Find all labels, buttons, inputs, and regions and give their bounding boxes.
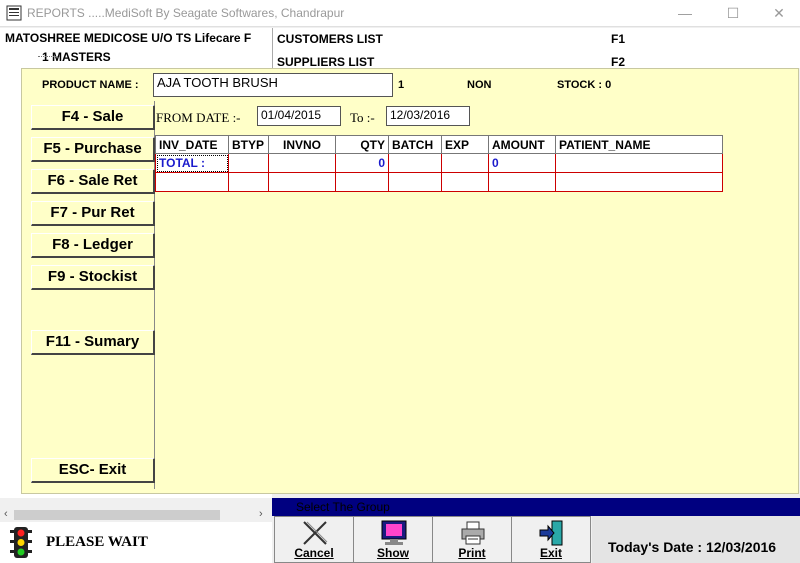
traffic-light-icon bbox=[10, 527, 32, 558]
show-button[interactable]: Show bbox=[353, 516, 433, 563]
exit-button[interactable]: Exit bbox=[511, 516, 591, 563]
window-title: REPORTS .....MediSoft By Seagate Softwar… bbox=[27, 6, 345, 20]
product-type: NON bbox=[467, 79, 492, 91]
report-area: FROM DATE :- 01/04/2015 To :- 12/03/2016… bbox=[155, 101, 796, 489]
list-item-suppliers[interactable]: SUPPLIERS LIST bbox=[277, 55, 374, 69]
total-cell-batch[interactable] bbox=[388, 153, 442, 173]
cancel-icon bbox=[303, 521, 328, 545]
total-cell-invno[interactable] bbox=[268, 153, 336, 173]
total-cell-label[interactable]: TOTAL : bbox=[155, 153, 229, 173]
from-date-field[interactable]: 01/04/2015 bbox=[257, 106, 341, 126]
total-cell-patient[interactable] bbox=[555, 153, 723, 173]
total-cell-btyp[interactable] bbox=[228, 153, 269, 173]
print-button[interactable]: Print bbox=[432, 516, 512, 563]
purchase-return-button[interactable]: F7 - Pur Ret bbox=[31, 201, 155, 226]
col-btyp[interactable]: BTYP bbox=[228, 135, 269, 154]
col-patient-name[interactable]: PATIENT_NAME bbox=[555, 135, 723, 154]
exit-door-icon bbox=[539, 520, 563, 546]
today-date: Today's Date : 12/03/2016 bbox=[608, 539, 777, 555]
list-key-f1: F1 bbox=[611, 32, 626, 46]
product-id: 1 bbox=[398, 79, 405, 91]
table-cell[interactable] bbox=[335, 172, 389, 192]
today-date-box: Today's Date : 12/03/2016 bbox=[592, 516, 800, 563]
group-bar: Select The Group bbox=[272, 498, 800, 516]
product-name-field[interactable]: AJA TOOTH BRUSH bbox=[153, 73, 393, 97]
table-cell[interactable] bbox=[488, 172, 556, 192]
total-row[interactable]: TOTAL : 0 0 bbox=[155, 153, 723, 173]
col-inv-date[interactable]: INV_DATE bbox=[155, 135, 229, 154]
ledger-button[interactable]: F8 - Ledger bbox=[31, 233, 155, 258]
close-button[interactable]: ✕ bbox=[756, 0, 800, 27]
print-label: Print bbox=[458, 546, 486, 560]
group-bar-label: Select The Group bbox=[296, 500, 390, 514]
col-invno[interactable]: INVNO bbox=[268, 135, 336, 154]
stock-label: STOCK : 0 bbox=[557, 79, 612, 91]
company-name: MATOSHREE MEDICOSE U/O TS Lifecare F bbox=[5, 31, 252, 45]
table-cell[interactable] bbox=[388, 172, 442, 192]
col-qty[interactable]: QTY bbox=[335, 135, 389, 154]
scroll-thumb[interactable] bbox=[14, 510, 220, 520]
col-exp[interactable]: EXP bbox=[441, 135, 489, 154]
function-key-panel: F4 - Sale F5 - Purchase F6 - Sale Ret F7… bbox=[25, 101, 155, 489]
stockist-button[interactable]: F9 - Stockist bbox=[31, 265, 155, 290]
table-cell[interactable] bbox=[555, 172, 723, 192]
product-name-label: PRODUCT NAME : bbox=[42, 79, 139, 91]
table-row[interactable] bbox=[155, 172, 723, 192]
cancel-button[interactable]: Cancel bbox=[274, 516, 354, 563]
scroll-right-icon[interactable]: › bbox=[259, 508, 263, 520]
tree-item-masters[interactable]: 1 MASTERS bbox=[38, 50, 111, 64]
app-icon bbox=[6, 5, 22, 21]
title-bar: REPORTS .....MediSoft By Seagate Softwar… bbox=[0, 0, 800, 27]
from-date-label: FROM DATE :- bbox=[156, 110, 241, 125]
transaction-grid: INV_DATE BTYP INVNO QTY BATCH EXP AMOUNT… bbox=[155, 135, 723, 192]
total-cell-qty[interactable]: 0 bbox=[335, 153, 389, 173]
table-cell[interactable] bbox=[441, 172, 489, 192]
report-list: CUSTOMERS LIST F1 SUPPLIERS LIST F2 bbox=[272, 28, 800, 69]
status-area: PLEASE WAIT bbox=[0, 522, 272, 563]
sale-button[interactable]: F4 - Sale bbox=[31, 105, 155, 130]
show-label: Show bbox=[377, 546, 409, 560]
list-key-f2: F2 bbox=[611, 55, 626, 69]
list-item-customers[interactable]: CUSTOMERS LIST bbox=[277, 32, 383, 46]
printer-icon bbox=[461, 521, 485, 545]
purchase-button[interactable]: F5 - Purchase bbox=[31, 137, 155, 162]
horizontal-scrollbar[interactable]: ‹ › bbox=[0, 508, 272, 523]
sale-return-button[interactable]: F6 - Sale Ret bbox=[31, 169, 155, 194]
grid-header-row: INV_DATE BTYP INVNO QTY BATCH EXP AMOUNT… bbox=[155, 135, 723, 154]
scroll-left-icon[interactable]: ‹ bbox=[4, 508, 8, 520]
col-amount[interactable]: AMOUNT bbox=[488, 135, 556, 154]
table-cell[interactable] bbox=[268, 172, 336, 192]
col-batch[interactable]: BATCH bbox=[388, 135, 442, 154]
maximize-button[interactable]: ☐ bbox=[710, 0, 756, 27]
summary-button[interactable]: F11 - Sumary bbox=[31, 330, 155, 355]
exit-key-button[interactable]: ESC- Exit bbox=[31, 458, 155, 483]
monitor-icon bbox=[381, 520, 407, 545]
to-date-field[interactable]: 12/03/2016 bbox=[386, 106, 470, 126]
cancel-label: Cancel bbox=[294, 546, 334, 560]
product-report-dialog: PRODUCT NAME : AJA TOOTH BRUSH 1 NON STO… bbox=[21, 68, 799, 494]
table-cell[interactable] bbox=[155, 172, 229, 192]
total-cell-amount[interactable]: 0 bbox=[488, 153, 556, 173]
to-date-label: To :- bbox=[350, 110, 375, 125]
exit-label: Exit bbox=[539, 546, 562, 560]
total-cell-exp[interactable] bbox=[441, 153, 489, 173]
minimize-button[interactable]: — bbox=[662, 0, 708, 27]
table-cell[interactable] bbox=[228, 172, 269, 192]
please-wait-label: PLEASE WAIT bbox=[46, 534, 148, 550]
